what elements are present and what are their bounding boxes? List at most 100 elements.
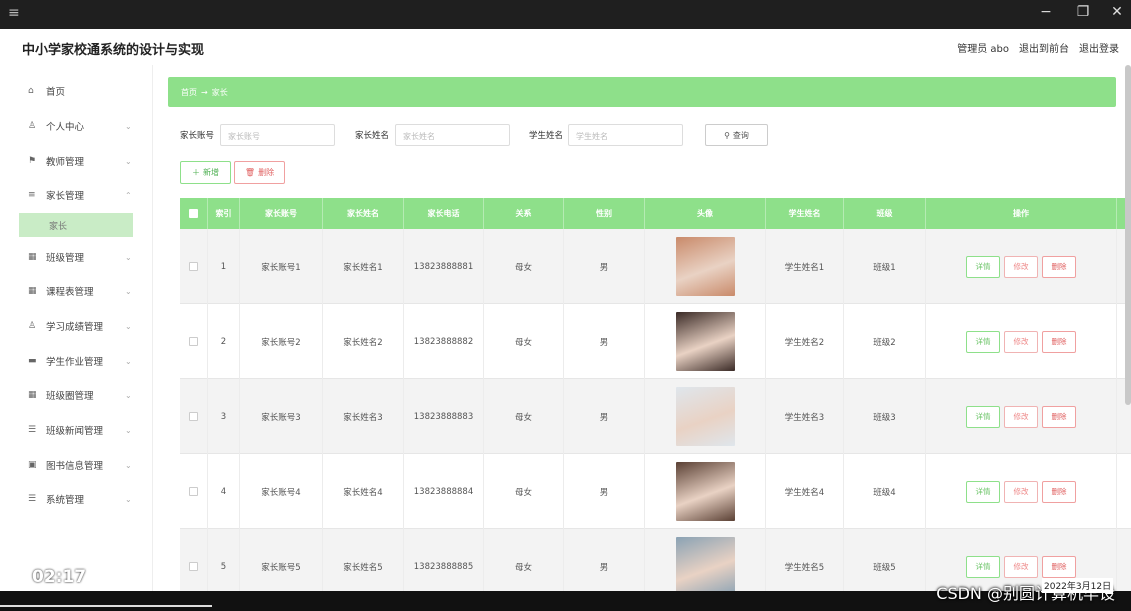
cell-name: 家长姓名3 <box>323 379 404 454</box>
detail-button[interactable]: 详情 <box>966 480 1000 503</box>
row-checkbox[interactable] <box>189 262 198 271</box>
logout-link[interactable]: 退出登录 <box>1079 40 1119 55</box>
sidebar-item-home[interactable]: ⌂ 首页 <box>0 74 153 108</box>
edit-button[interactable]: 修改 <box>1004 555 1038 578</box>
sidebar-item-system[interactable]: ☰ 系统管理 ⌄ <box>0 482 153 516</box>
col-phone[interactable]: 家长电话 <box>404 198 484 229</box>
row-checkbox[interactable] <box>189 487 198 496</box>
minimize-icon[interactable]: − <box>1036 4 1056 20</box>
restore-icon[interactable]: ❐ <box>1073 4 1093 20</box>
row-delete-button[interactable]: 删除 <box>1042 480 1076 503</box>
grid-icon: ▦ <box>28 286 37 296</box>
table-row: 1 家长账号1 家长姓名1 13823888881 母女男学生姓名1 班级1 详情 修改 删除 <box>180 229 1131 304</box>
sidebar-item-homework[interactable]: ▬ 学生作业管理 ⌄ <box>0 344 153 378</box>
edit-button[interactable]: 修改 <box>1004 330 1038 353</box>
video-progress[interactable] <box>0 605 212 607</box>
breadcrumb-home[interactable]: 首页 <box>181 87 197 98</box>
cell-class: 班级4 <box>844 454 926 529</box>
chevron-down-icon: ⌄ <box>125 121 132 131</box>
row-checkbox[interactable] <box>189 412 198 421</box>
student-input[interactable]: 学生姓名 <box>568 124 683 146</box>
sidebar-item-class[interactable]: ▦ 班级管理 ⌄ <box>0 240 153 274</box>
user-icon: ♙ <box>28 121 37 131</box>
cell-gender: 男 <box>564 379 645 454</box>
home-icon: ⌂ <box>28 86 34 96</box>
sidebar-item-grades[interactable]: ♙ 学习成绩管理 ⌄ <box>0 309 153 343</box>
exit-to-front-link[interactable]: 退出到前台 <box>1019 40 1069 55</box>
row-delete-button[interactable]: 删除 <box>1042 555 1076 578</box>
avatar-cell <box>645 454 766 529</box>
sidebar-subitem-parent[interactable]: 家长 <box>19 213 133 237</box>
add-button[interactable]: ＋新增 <box>180 161 231 184</box>
col-gender[interactable]: 性别 <box>564 198 645 229</box>
menu-icon: ≡ <box>28 190 36 200</box>
detail-button[interactable]: 详情 <box>966 555 1000 578</box>
account-label: 家长账号 <box>180 131 215 141</box>
plus-icon: ＋ <box>192 168 200 177</box>
select-all-checkbox[interactable] <box>180 198 208 229</box>
chevron-up-icon: ⌃ <box>125 190 132 200</box>
cell-phone: 13823888881 <box>404 229 484 304</box>
edit-button[interactable]: 修改 <box>1004 405 1038 428</box>
date-stamp: 2022年3月12日 <box>1042 578 1114 593</box>
col-class[interactable]: 班级 <box>844 198 926 229</box>
row-delete-button[interactable]: 删除 <box>1042 330 1076 353</box>
filter-bar: 家长账号 家长账号 家长姓名 家长姓名 学生姓名 学生姓名 ⚲ 查询 <box>180 124 780 146</box>
table-row: 3 家长账号3 家长姓名3 13823888883 母女男学生姓名3 班级3 详情 修改 删除 <box>180 379 1131 454</box>
sidebar-item-books[interactable]: ▣ 图书信息管理 ⌄ <box>0 448 153 482</box>
grid-icon: ▦ <box>28 390 37 400</box>
col-relation[interactable]: 关系 <box>484 198 564 229</box>
sidebar-item-personal[interactable]: ♙ 个人中心 ⌄ <box>0 109 153 143</box>
row-delete-button[interactable]: 删除 <box>1042 255 1076 278</box>
cell-idx: 3 <box>208 379 240 454</box>
edit-button[interactable]: 修改 <box>1004 480 1038 503</box>
row-checkbox-cell <box>180 379 208 454</box>
cell-account: 家长账号3 <box>240 379 323 454</box>
chevron-down-icon: ⌄ <box>125 252 132 262</box>
search-button[interactable]: ⚲ 查询 <box>705 124 768 146</box>
cell-phone: 13823888882 <box>404 304 484 379</box>
ops-cell: 详情 修改 删除 <box>926 454 1117 529</box>
breadcrumb-arrow-icon: → <box>201 87 208 97</box>
cell-account: 家长账号4 <box>240 454 323 529</box>
row-checkbox-cell <box>180 304 208 379</box>
col-student[interactable]: 学生姓名 <box>766 198 844 229</box>
cell-gender: 男 <box>564 229 645 304</box>
header-links: 管理员 abo 退出到前台 退出登录 <box>957 40 1119 55</box>
col-index[interactable]: 索引 <box>208 198 240 229</box>
cell-relation: 母女 <box>484 229 564 304</box>
cell-gender: 男 <box>564 304 645 379</box>
close-icon[interactable]: ✕ <box>1107 4 1127 20</box>
col-account[interactable]: 家长账号 <box>240 198 323 229</box>
page-scrollbar[interactable] <box>1125 65 1131 405</box>
sidebar-item-parent[interactable]: ≡ 家长管理 ⌃ <box>0 178 153 212</box>
detail-button[interactable]: 详情 <box>966 405 1000 428</box>
row-checkbox-cell <box>180 229 208 304</box>
avatar <box>675 537 735 596</box>
account-input[interactable]: 家长账号 <box>220 124 335 146</box>
cell-student: 学生姓名3 <box>766 379 844 454</box>
col-operation: 操作 <box>926 198 1117 229</box>
detail-button[interactable]: 详情 <box>966 330 1000 353</box>
sidebar-item-class-news[interactable]: ☰ 班级新闻管理 ⌄ <box>0 413 153 447</box>
avatar-cell <box>645 229 766 304</box>
sidebar-item-class-circle[interactable]: ▦ 班级圈管理 ⌄ <box>0 378 153 412</box>
sidebar: ⌂ 首页 ♙ 个人中心 ⌄ ⚑ 教师管理 ⌄ ≡ 家长管理 ⌃ 家长 ▦ 班级管理 ⌄ ▦ 课程表管… <box>0 65 153 591</box>
card-icon: ▬ <box>28 356 37 366</box>
row-checkbox[interactable] <box>189 562 198 571</box>
detail-button[interactable]: 详情 <box>966 255 1000 278</box>
hamburger-menu-icon[interactable]: ≡ <box>8 5 20 21</box>
col-avatar[interactable]: 头像 <box>645 198 766 229</box>
row-checkbox[interactable] <box>189 337 198 346</box>
row-delete-button[interactable]: 删除 <box>1042 405 1076 428</box>
delete-button[interactable]: 🗑 删除 <box>234 161 285 184</box>
sidebar-item-schedule[interactable]: ▦ 课程表管理 ⌄ <box>0 274 153 308</box>
edit-button[interactable]: 修改 <box>1004 255 1038 278</box>
chevron-down-icon: ⌄ <box>125 156 132 166</box>
cell-name: 家长姓名2 <box>323 304 404 379</box>
search-icon: ⚲ <box>724 130 730 140</box>
name-input[interactable]: 家长姓名 <box>395 124 510 146</box>
col-name[interactable]: 家长姓名 <box>323 198 404 229</box>
breadcrumb-current: 家长 <box>211 87 228 97</box>
sidebar-item-teacher[interactable]: ⚑ 教师管理 ⌄ <box>0 144 153 178</box>
